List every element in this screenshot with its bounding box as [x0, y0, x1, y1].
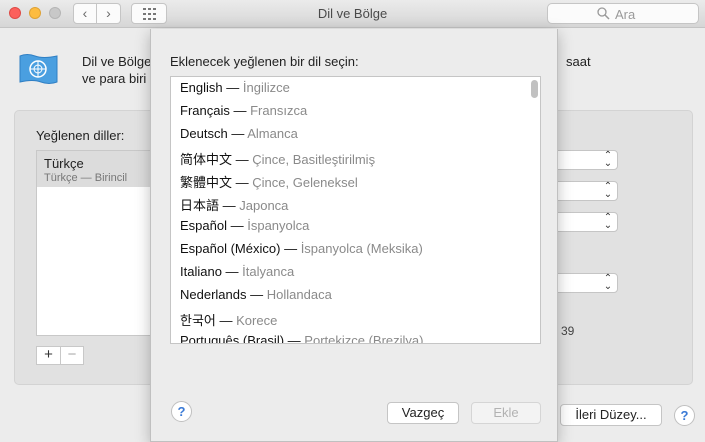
separator-dash: — [219, 313, 233, 328]
language-native-name: Italiano [180, 264, 222, 279]
language-translated-name: Japonca [239, 198, 289, 213]
header-text-right: saat [566, 54, 591, 69]
scrollbar-thumb[interactable] [531, 80, 538, 98]
language-translated-name: Çince, Basitleştirilmiş [252, 152, 376, 167]
language-row[interactable]: 简体中文 — Çince, Basitleştirilmiş [180, 149, 375, 168]
updown-chevron-icon: ⌃ ⌄ [603, 181, 613, 200]
language-translated-name: Korece [236, 313, 278, 328]
language-list[interactable]: English — İngilizce Français — Fransızca D… [170, 76, 541, 344]
language-native-name: Deutsch [180, 126, 228, 141]
language-native-name: 繁體中文 [180, 175, 233, 190]
search-placeholder: Ara [615, 7, 636, 22]
updown-chevron-icon: ⌃ ⌄ [603, 150, 613, 169]
cancel-button[interactable]: Vazgeç [387, 402, 459, 424]
header-text-line1: Dil ve Bölge [82, 54, 152, 69]
updown-chevron-icon: ⌃ ⌄ [603, 212, 613, 231]
window-titlebar: ‹ › Dil ve Bölge Ara [0, 0, 705, 28]
header-text-line2: ve para biri [82, 71, 147, 86]
language-translated-name: Portekizce (Brezilya) [304, 333, 424, 344]
separator-dash: — [233, 103, 247, 118]
add-remove-control: + − [36, 346, 84, 365]
remove-language-button[interactable]: − [61, 347, 83, 364]
un-flag-icon [19, 54, 58, 84]
add-button[interactable]: Ekle [471, 402, 541, 424]
language-native-name: 한국어 [180, 313, 216, 328]
language-row[interactable]: 繁體中文 — Çince, Geleneksel [180, 172, 358, 191]
list-item-turkce[interactable]: Türkçe Türkçe — Birincil [37, 151, 161, 187]
language-translated-name: Çince, Geleneksel [252, 175, 358, 190]
add-language-sheet: Eklenecek yeğlenen bir dil seçin: Englis… [150, 29, 558, 442]
language-translated-name: İspanyolca (Meksika) [300, 241, 423, 256]
separator-dash: — [287, 333, 301, 344]
language-row[interactable]: Deutsch — Almanca [180, 126, 298, 141]
search-field[interactable]: Ara [547, 3, 699, 24]
language-native-name: English [180, 80, 223, 95]
separator-dash: — [226, 80, 240, 95]
language-name: Türkçe [44, 156, 84, 171]
language-translated-name: İspanyolca [247, 218, 310, 233]
preferred-languages-label: Yeğlenen diller: [36, 128, 125, 143]
updown-chevron-icon: ⌃ ⌄ [603, 273, 613, 292]
language-native-name: 简体中文 [180, 152, 233, 167]
separator-dash: — [231, 126, 245, 141]
separator-dash: — [235, 175, 249, 190]
language-row[interactable]: Italiano — İtalyanca [180, 264, 294, 279]
add-language-button[interactable]: + [37, 347, 61, 364]
language-row[interactable]: 日本語 — Japonca [180, 195, 288, 214]
separator-dash: — [284, 241, 298, 256]
separator-dash: — [235, 152, 249, 167]
search-icon [597, 7, 610, 20]
language-row[interactable]: Français — Fransızca [180, 103, 307, 118]
language-translated-name: Almanca [247, 126, 298, 141]
sheet-title: Eklenecek yeğlenen bir dil seçin: [170, 54, 359, 69]
separator-dash: — [222, 198, 236, 213]
language-translated-name: Fransızca [250, 103, 308, 118]
language-row[interactable]: English — İngilizce [180, 80, 290, 95]
preferred-languages-list[interactable]: Türkçe Türkçe — Birincil [36, 150, 162, 336]
language-native-name: 日本語 [180, 198, 220, 213]
language-sub: Türkçe — Birincil [44, 172, 128, 184]
advanced-button[interactable]: İleri Düzey... [560, 404, 662, 426]
language-row[interactable]: 한국어 — Korece [180, 310, 277, 329]
language-native-name: Português (Brasil) [180, 333, 285, 344]
separator-dash: — [250, 287, 264, 302]
language-native-name: Français [180, 103, 230, 118]
language-native-name: Español (México) [180, 241, 281, 256]
language-translated-name: İngilizce [242, 80, 290, 95]
separator-dash: — [225, 264, 239, 279]
partial-number: 39 [561, 324, 575, 338]
language-translated-name: İtalyanca [242, 264, 295, 279]
separator-dash: — [230, 218, 244, 233]
language-row[interactable]: Español (México) — İspanyolca (Meksika) [180, 241, 423, 256]
language-row[interactable]: Português (Brasil) — Portekizce (Brezily… [180, 333, 424, 344]
language-row[interactable]: Nederlands — Hollandaca [180, 287, 332, 302]
sheet-help-button[interactable]: ? [171, 401, 192, 422]
language-native-name: Nederlands [180, 287, 247, 302]
language-translated-name: Hollandaca [266, 287, 332, 302]
language-native-name: Español [180, 218, 227, 233]
language-row[interactable]: Español — İspanyolca [180, 218, 309, 233]
help-button[interactable]: ? [674, 405, 695, 426]
